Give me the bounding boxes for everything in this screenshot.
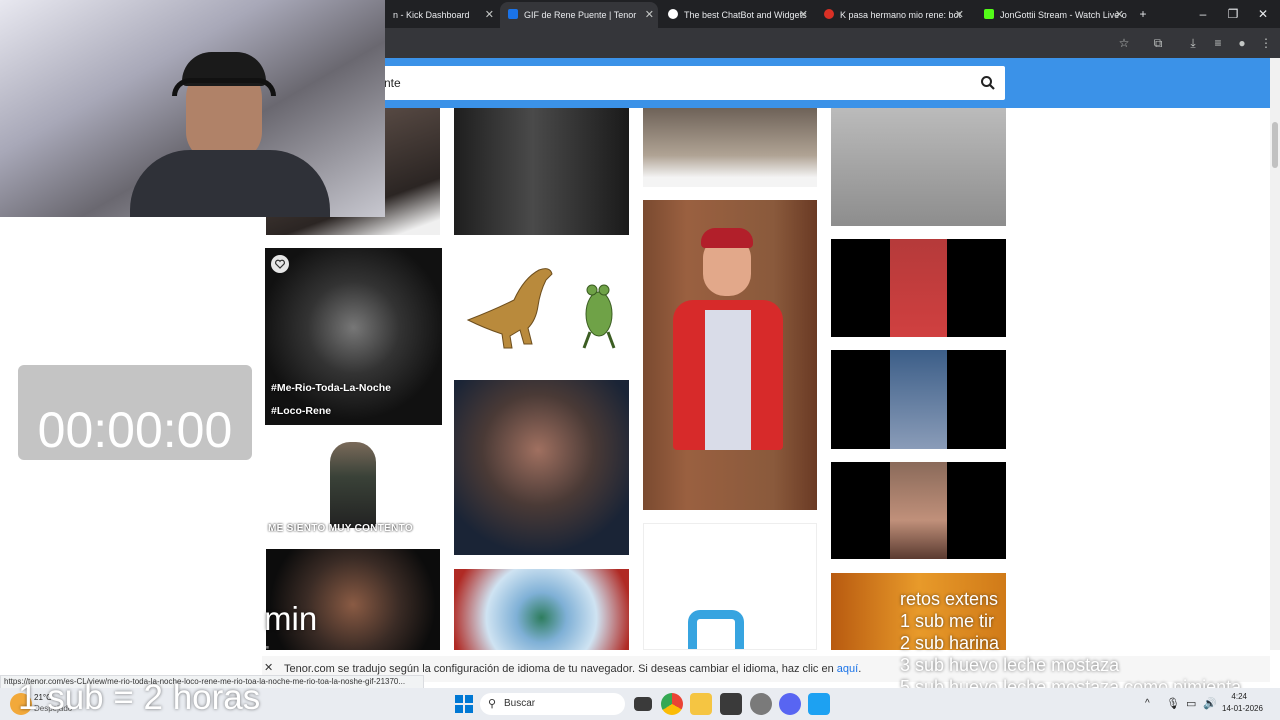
notice-text: Tenor.com se tradujo según la configurac… [284,663,862,675]
kick-icon [984,9,994,19]
extensions-icon[interactable]: ⧉ [1150,35,1166,51]
gif-item[interactable] [454,248,629,366]
gif-item[interactable] [454,108,629,235]
overlay-reto: 1 sub me tir [900,611,995,631]
chatbot-icon [668,9,678,19]
tray-chevron-icon[interactable]: ^ [1145,698,1150,709]
gif-frame [890,462,947,559]
tab-kpasa[interactable]: K pasa hermano mio rene: bot ✕ [816,2,968,28]
reading-list-icon[interactable]: ≡ [1210,35,1226,51]
gif-item[interactable] [643,523,817,650]
tab-chatbot[interactable]: The best ChatBot and Widgets ✕ [660,2,812,28]
clock-date[interactable]: 14-01-2026 [1222,704,1263,713]
search-input[interactable]: nte [380,66,1005,100]
gif-caption: retos extens [900,589,999,609]
gif-item[interactable] [831,108,1006,226]
gif-item[interactable] [454,380,629,555]
headphones-icon [172,78,276,96]
file-explorer-icon[interactable] [690,693,712,715]
clock-time[interactable]: 4:24 [1227,692,1247,701]
heart-icon[interactable] [271,255,289,273]
minimize-button[interactable]: – [1188,0,1218,28]
gif-item[interactable] [454,569,629,650]
gif-hat [701,228,753,248]
discord-icon[interactable] [779,693,801,715]
tenor-icon [508,9,518,19]
profile-icon[interactable]: ● [1234,35,1250,51]
search-icon: ⚲ [488,698,497,710]
tab-jongottii[interactable]: JonGottii Stream - Watch Live o ✕ [976,2,1128,28]
close-icon[interactable]: ✕ [1115,2,1124,28]
webcam-overlay [0,0,385,217]
page-scrollbar[interactable] [1270,58,1280,650]
close-icon[interactable]: ✕ [485,2,494,28]
taskbar-search-label: Buscar [504,698,536,709]
menu-icon[interactable]: ⋮ [1258,35,1274,51]
gif-item[interactable] [831,462,1006,559]
download-icon[interactable]: ⤓ [1185,35,1201,51]
gif-caption: #Loco-Rene [271,405,332,417]
tab-label: JonGottii Stream - Watch Live o [1000,10,1127,20]
overlay-reto: 3 sub huevo leche mostaza [900,655,1120,675]
overlay-reto: 2 sub harina [900,633,1000,653]
gif-item[interactable]: ME SIENTO MUY CONTENTO [266,438,440,536]
search-icon[interactable] [979,74,997,92]
gif-caption: #Me-Rio-Toda-La-Noche [271,382,391,394]
tab-label: K pasa hermano mio rene: bot [840,10,962,20]
gif-item[interactable] [831,239,1006,337]
scrollbar-thumb[interactable] [1272,122,1278,168]
overlay-text: 1 sub = 2 horas [18,678,261,717]
close-icon[interactable]: ✕ [645,2,654,28]
tab-label: The best ChatBot and Widgets [684,10,807,20]
close-icon[interactable]: ✕ [955,2,964,28]
notice-link[interactable]: aquí [837,663,858,675]
chrome-icon[interactable] [661,693,683,715]
gif-shirt [705,310,751,450]
taskbar-search[interactable]: ⚲ Buscar [480,693,625,715]
dinosaur-frog-illustration [466,268,616,349]
gif-figure [330,442,376,528]
tab-label: n - Kick Dashboard [393,10,470,20]
overlay-text: min [264,600,318,637]
overlay-text: 500 kick = 2:30 min [20,640,288,675]
close-window-button[interactable]: ✕ [1248,0,1278,28]
gif-item[interactable]: #Me-Rio-Toda-La-Noche #Loco-Rene [265,248,442,425]
site-icon [824,9,834,19]
close-icon[interactable]: ✕ [799,2,808,28]
timer-value: 00:00:00 [37,402,233,458]
star-icon[interactable]: ☆ [1116,35,1132,51]
store-icon[interactable] [720,693,742,715]
new-tab-button[interactable]: + [1128,0,1158,28]
gif-item[interactable] [643,108,817,187]
tab-label: GIF de Rene Puente | Tenor [524,10,637,20]
maximize-button[interactable]: ❐ [1218,0,1248,28]
network-icon[interactable]: ▭ [1186,697,1196,710]
volume-icon[interactable]: 🔊 [1203,697,1217,710]
close-icon[interactable]: ✕ [264,661,273,674]
windows-start-icon[interactable] [453,693,475,715]
app-icon[interactable] [808,693,830,715]
gif-frame [890,350,947,449]
streamer-shirt [130,150,330,217]
tab-kick-dashboard[interactable]: n - Kick Dashboard ✕ [385,2,498,28]
gif-logo-shape [688,610,744,649]
tab-tenor[interactable]: GIF de Rene Puente | Tenor ✕ [500,2,658,28]
microphone-icon[interactable]: 🎙 [1166,697,1180,710]
gif-item[interactable] [643,200,817,510]
gif-caption: ME SIENTO MUY CONTENTO [268,523,413,534]
app-icon[interactable] [750,693,772,715]
gif-frame [890,239,947,337]
stream-timer: 00:00:00 [18,365,252,460]
search-value: nte [384,76,401,90]
task-view-icon[interactable] [634,697,652,711]
gif-item[interactable] [831,350,1006,449]
